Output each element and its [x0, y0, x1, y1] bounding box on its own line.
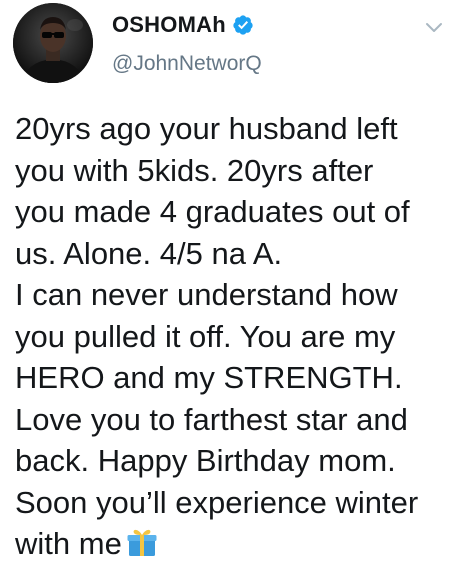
tweet-text-line: you pulled it off. You are my: [15, 318, 396, 354]
gift-icon: [126, 526, 158, 558]
avatar-image: [13, 3, 93, 83]
tweet-text-line: Love you to farthest star and: [15, 401, 408, 437]
verified-badge-icon: [232, 14, 254, 36]
chevron-down-icon[interactable]: [423, 16, 445, 38]
user-handle[interactable]: @JohnNetworQ: [112, 52, 262, 76]
tweet-text-line: Soon you’ll experience winter: [15, 484, 419, 520]
tweet-text-line: us. Alone. 4/5 na A.: [15, 235, 283, 271]
tweet-text-line: you made 4 graduates out of: [15, 194, 410, 229]
tweet-text-line: HERO and my STRENGTH.: [15, 360, 403, 395]
display-name[interactable]: OSHOMAh: [112, 12, 226, 38]
tweet-text-line: 20yrs ago your husband left: [15, 111, 398, 146]
name-row: OSHOMAh: [112, 11, 254, 39]
tweet-text-line: back. Happy Birthday mom.: [15, 443, 396, 478]
tweet-text-line: I can never understand how: [15, 277, 398, 312]
tweet-text-line: you with 5kids. 20yrs after: [15, 152, 374, 188]
avatar[interactable]: [13, 3, 93, 83]
tweet-text: 20yrs ago your husband left you with 5ki…: [15, 108, 460, 565]
tweet-text-line-last: with me: [15, 523, 460, 565]
tweet-text-line-content: with me: [15, 526, 122, 561]
tweet-card: OSHOMAh @JohnNetworQ 20yrs ago your husb…: [0, 0, 469, 575]
